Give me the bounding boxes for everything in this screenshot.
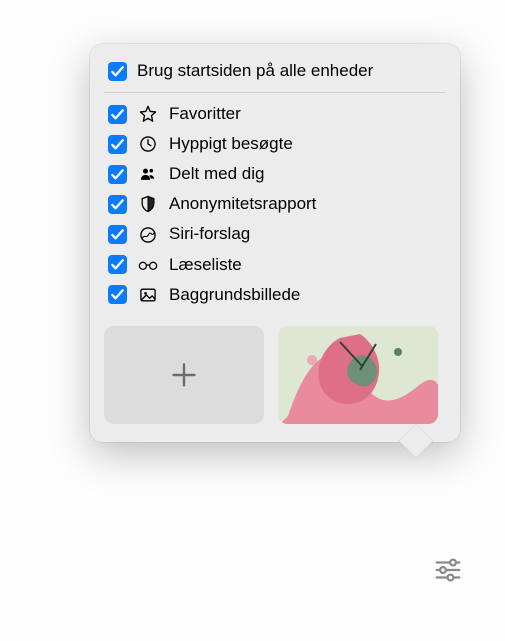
- row-privacy[interactable]: Anonymitetsrapport: [104, 189, 446, 219]
- glasses-icon: [137, 254, 159, 276]
- background-thumbnail-1[interactable]: [278, 326, 438, 424]
- image-icon: [137, 284, 159, 306]
- row-label-favorites: Favoritter: [169, 103, 442, 125]
- sliders-icon: [433, 555, 463, 585]
- row-favorites[interactable]: Favoritter: [104, 99, 446, 129]
- checkbox-use-on-all-devices[interactable]: [108, 62, 127, 81]
- row-shared[interactable]: Delt med dig: [104, 159, 446, 189]
- shared-with-you-icon: [137, 163, 159, 185]
- star-icon: [137, 103, 159, 125]
- checkbox-readinglist[interactable]: [108, 255, 127, 274]
- checkbox-shared[interactable]: [108, 165, 127, 184]
- checkbox-background[interactable]: [108, 285, 127, 304]
- background-thumbnails: [104, 326, 446, 424]
- row-label-siri: Siri-forslag: [169, 223, 442, 245]
- row-label-frequent: Hyppigt besøgte: [169, 133, 442, 155]
- clock-icon: [137, 133, 159, 155]
- add-background-button[interactable]: [104, 326, 264, 424]
- row-background[interactable]: Baggrundsbillede: [104, 280, 446, 310]
- plus-icon: [166, 357, 202, 393]
- shield-icon: [137, 193, 159, 215]
- row-label-readinglist: Læseliste: [169, 254, 442, 276]
- popover-arrow: [404, 441, 428, 453]
- row-label-shared: Delt med dig: [169, 163, 442, 185]
- row-label-background: Baggrundsbillede: [169, 284, 442, 306]
- header-label: Brug startsiden på alle enheder: [137, 60, 442, 82]
- header-row[interactable]: Brug startsiden på alle enheder: [104, 58, 446, 93]
- row-readinglist[interactable]: Læseliste: [104, 250, 446, 280]
- checkbox-privacy[interactable]: [108, 195, 127, 214]
- row-frequent[interactable]: Hyppigt besøgte: [104, 129, 446, 159]
- siri-icon: [137, 224, 159, 246]
- row-label-privacy: Anonymitetsrapport: [169, 193, 442, 215]
- start-page-settings-button[interactable]: [426, 548, 470, 592]
- checkbox-siri[interactable]: [108, 225, 127, 244]
- checkbox-frequent[interactable]: [108, 135, 127, 154]
- start-page-settings-popover: Brug startsiden på alle enheder Favoritt…: [90, 44, 460, 442]
- checkbox-favorites[interactable]: [108, 105, 127, 124]
- row-siri[interactable]: Siri-forslag: [104, 219, 446, 249]
